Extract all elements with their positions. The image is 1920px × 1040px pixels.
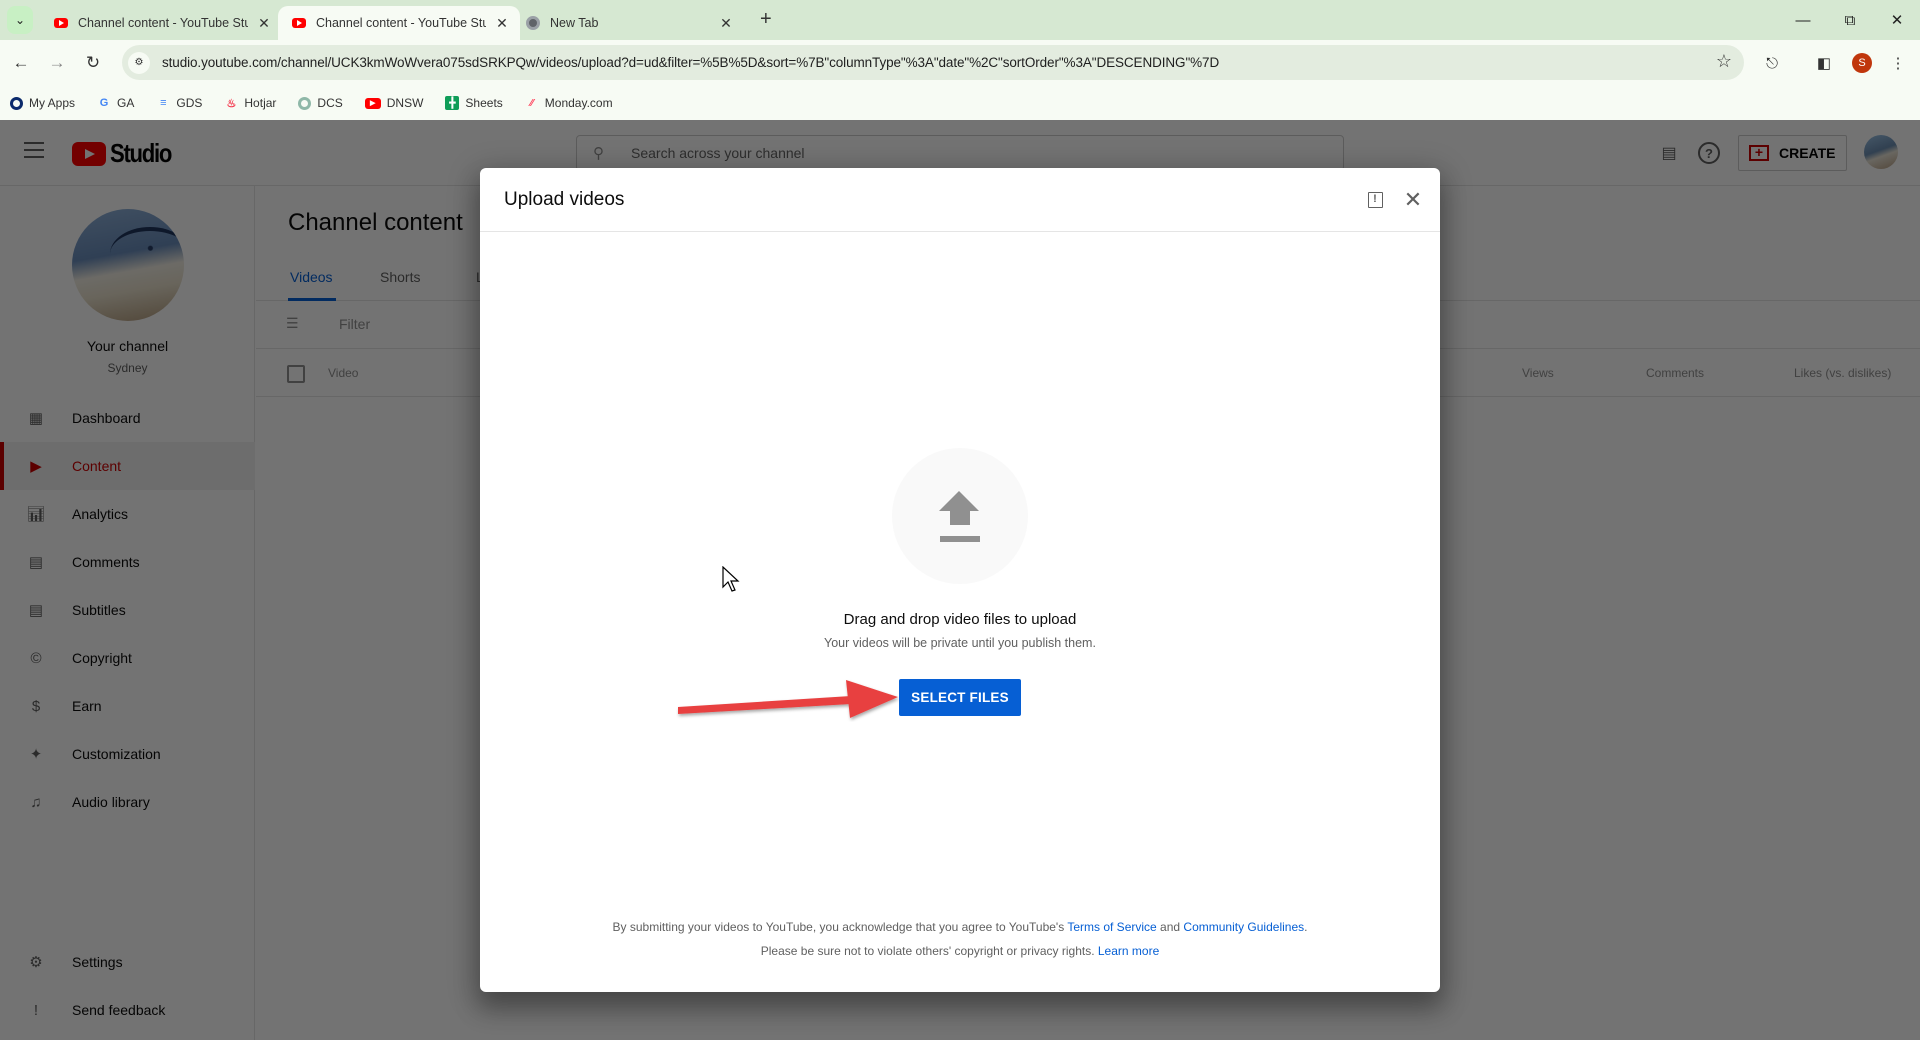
browser-tab-strip: ⌄ Channel content - YouTube Stu ✕ Channe…: [0, 0, 1920, 40]
tab-search-button[interactable]: ⌄: [7, 6, 33, 34]
dialog-header: Upload videos ! ✕: [480, 168, 1440, 232]
upload-arrow-stem: [950, 510, 970, 525]
bookmark-label: Sheets: [465, 96, 503, 110]
bookmark-my-apps[interactable]: My Apps: [10, 96, 75, 110]
bookmark-label: Hotjar: [244, 96, 277, 110]
bookmark-dcs[interactable]: DCS: [298, 96, 343, 110]
annotation-arrow-icon: [678, 680, 898, 718]
upload-videos-dialog: Upload videos ! ✕ Drag and drop video fi…: [480, 168, 1440, 992]
youtube-icon: [54, 18, 68, 28]
terms-of-service-link[interactable]: Terms of Service: [1067, 920, 1156, 934]
upload-arrow-icon: [939, 491, 979, 511]
gds-icon: ≡: [160, 97, 167, 109]
chevron-down-icon: ⌄: [14, 13, 26, 27]
forward-button[interactable]: →: [44, 50, 70, 76]
window-close-button[interactable]: ✕: [1874, 6, 1920, 34]
extensions-icon[interactable]: ⎋: [1760, 51, 1784, 75]
site-info-icon[interactable]: ⚙: [128, 51, 150, 74]
close-tab-icon[interactable]: ✕: [256, 15, 272, 32]
youtube-icon: ▶: [364, 97, 381, 109]
bookmarks-bar: My Apps G GA ≡ GDS ♨ Hotjar DCS ▶ DNSW ╋ Shee…: [0, 86, 1920, 120]
select-files-button[interactable]: SELECT FILES: [899, 679, 1021, 716]
bookmark-ga[interactable]: G GA: [97, 96, 135, 110]
close-dialog-button[interactable]: ✕: [1401, 187, 1425, 212]
bookmark-hotjar[interactable]: ♨ Hotjar: [224, 96, 276, 110]
close-icon: ✕: [1403, 187, 1423, 212]
close-tab-icon[interactable]: ✕: [718, 15, 734, 32]
reload-button[interactable]: ↻: [80, 50, 106, 76]
chrome-icon: [526, 16, 540, 30]
community-guidelines-link[interactable]: Community Guidelines: [1183, 920, 1304, 934]
bookmark-gds[interactable]: ≡ GDS: [156, 96, 202, 110]
bookmark-label: DNSW: [386, 96, 424, 110]
legal-text: .: [1304, 920, 1308, 934]
tab-title: Channel content - YouTube Stu: [316, 16, 486, 30]
youtube-icon: [292, 18, 306, 28]
menu-icon[interactable]: ⋮: [1886, 51, 1910, 75]
dialog-title: Upload videos: [504, 189, 625, 210]
upload-drop-zone[interactable]: [892, 448, 1028, 584]
profile-avatar[interactable]: S: [1852, 53, 1872, 73]
new-tab-button[interactable]: +: [760, 8, 772, 31]
restore-button[interactable]: ⧉: [1827, 6, 1873, 34]
bookmark-monday[interactable]: ⁄⁄ Monday.com: [525, 96, 613, 110]
close-tab-icon[interactable]: ✕: [494, 15, 510, 32]
monday-icon: ⁄⁄: [530, 97, 534, 109]
browser-tab-active[interactable]: Channel content - YouTube Stu ✕: [278, 6, 520, 40]
send-feedback-button[interactable]: !: [1363, 188, 1387, 212]
google-icon: G: [99, 97, 109, 109]
back-button[interactable]: ←: [8, 50, 34, 76]
browser-tab[interactable]: Channel content - YouTube Stu ✕: [40, 6, 282, 40]
legal-text: By submitting your videos to YouTube, yo…: [612, 920, 1068, 934]
privacy-note: Your videos will be private until you pu…: [824, 636, 1096, 650]
bookmark-sheets[interactable]: ╋ Sheets: [445, 96, 503, 110]
legal-text: and: [1156, 920, 1184, 934]
side-panel-icon[interactable]: ◧: [1812, 51, 1836, 75]
browser-toolbar: ← → ↻ ⚙ studio.youtube.com/channel/UCK3k…: [0, 40, 1920, 86]
learn-more-link[interactable]: Learn more: [1098, 944, 1159, 958]
dcs-icon: [298, 96, 312, 110]
address-bar[interactable]: ⚙ studio.youtube.com/channel/UCK3kmWoWve…: [122, 45, 1744, 80]
bookmark-label: Monday.com: [544, 96, 613, 110]
legal-notice: By submitting your videos to YouTube, yo…: [480, 920, 1440, 934]
bookmark-label: GA: [117, 96, 135, 110]
tab-title: New Tab: [550, 16, 599, 30]
feedback-icon: !: [1367, 192, 1383, 208]
browser-tab[interactable]: New Tab ✕: [512, 6, 744, 40]
sheets-icon: ╋: [445, 96, 460, 110]
bookmark-dnsw[interactable]: ▶ DNSW: [364, 96, 424, 110]
drag-drop-text: Drag and drop video files to upload: [843, 611, 1077, 628]
bookmark-label: GDS: [176, 96, 203, 110]
legal-text: Please be sure not to violate others' co…: [760, 944, 1098, 958]
hotjar-icon: ♨: [226, 97, 237, 110]
bookmark-label: My Apps: [29, 96, 76, 110]
profile-initial: S: [1858, 57, 1866, 69]
url-text[interactable]: studio.youtube.com/channel/UCK3kmWoWvera…: [162, 55, 1219, 70]
my-apps-icon: [10, 96, 23, 110]
bookmark-label: DCS: [317, 96, 343, 110]
mouse-cursor-icon: [722, 566, 740, 592]
tab-title: Channel content - YouTube Stu: [78, 16, 248, 30]
bookmark-star-icon[interactable]: ☆: [1716, 51, 1732, 72]
minimize-button[interactable]: —: [1780, 6, 1826, 34]
upload-arrow-base: [940, 536, 980, 542]
copyright-notice: Please be sure not to violate others' co…: [480, 944, 1440, 958]
